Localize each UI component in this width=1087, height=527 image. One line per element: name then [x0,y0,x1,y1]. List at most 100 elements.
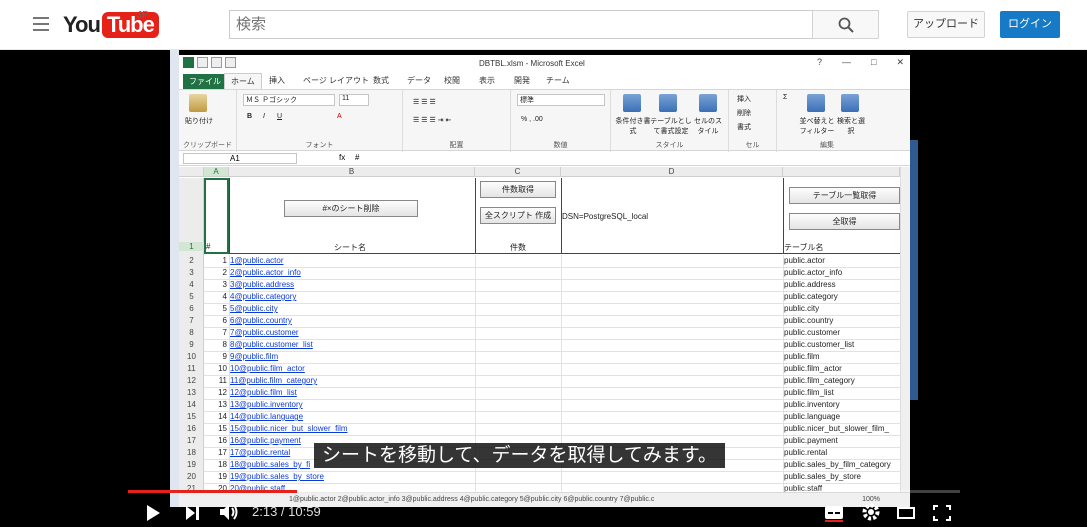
table-row[interactable]: 1 1@public.actor public.actor [204,255,910,267]
paste-button[interactable]: 貼り付け [185,116,213,126]
settings-gear-icon[interactable] [861,502,881,522]
table-row[interactable]: 7 7@public.customer public.customer [204,327,910,339]
menu-icon[interactable] [33,17,49,31]
search-button[interactable] [812,10,879,39]
table-row[interactable]: 3 3@public.address public.address [204,279,910,291]
font-name-select[interactable]: ＭＳ Ｐゴシック [243,94,335,106]
column-header-c[interactable]: C [475,167,561,177]
row-number[interactable]: 17 [179,436,204,445]
sheet-link[interactable]: 17@public.rental [230,447,290,459]
row-number[interactable]: 20 [179,472,204,481]
tab-developer[interactable]: 開発 [514,75,530,86]
select-all-corner[interactable] [179,167,204,177]
number-format-select[interactable]: 標準 [517,94,605,106]
table-format-button[interactable]: テーブルとして書式設定 [649,116,693,136]
table-row[interactable]: 2 2@public.actor_info public.actor_info [204,267,910,279]
row-number[interactable]: 5 [179,292,204,301]
sheet-link[interactable]: 16@public.payment [230,435,301,447]
sheet-link[interactable]: 11@public.film_category [230,375,317,387]
sheet-link[interactable]: 14@public.language [230,411,303,423]
youtube-logo[interactable]: You Tube JP [63,10,159,40]
theater-mode-icon[interactable] [896,503,916,523]
column-header-a[interactable]: A [204,167,229,177]
table-row[interactable]: 8 8@public.customer_list public.customer_l… [204,339,910,351]
tab-review[interactable]: 校閲 [444,75,460,86]
sheet-link[interactable]: 4@public.category [230,291,296,303]
sheet-link[interactable]: 1@public.actor [230,255,283,267]
conditional-format-button[interactable]: 条件付き書式 [615,116,651,136]
tab-page-layout[interactable]: ページ レイアウト [303,75,369,86]
sheet-link[interactable]: 9@public.film [230,351,278,363]
tab-data[interactable]: データ [407,75,431,86]
undo-icon[interactable] [211,57,222,68]
login-button[interactable]: ログイン [1000,11,1060,38]
row-number[interactable]: 14 [179,400,204,409]
minimize-icon[interactable]: — [842,57,851,68]
vertical-scrollbar[interactable] [900,167,910,492]
table-row[interactable]: 13 13@public.inventory public.inventory [204,399,910,411]
row-number[interactable]: 18 [179,448,204,457]
table-row[interactable]: 10 10@public.film_actor public.film_actor [204,363,910,375]
name-box[interactable]: A1 [183,153,297,164]
column-header-b[interactable]: B [229,167,475,177]
align-icon[interactable]: ☰ ☰ ☰ [413,98,436,106]
sheet-link[interactable]: 19@public.sales_by_store [230,471,324,483]
find-select-button[interactable]: 検索と選択 [835,116,867,136]
create-all-scripts-button[interactable]: 全スクリプト 作成 [480,207,556,224]
maximize-icon[interactable]: □ [871,57,876,68]
row-number[interactable]: 1 [179,242,204,251]
sheet-tab-list[interactable]: 1@public.actor 2@public.actor_info 3@pub… [289,496,654,503]
sheet-link[interactable]: 18@public.sales_by_fi [230,459,310,471]
redo-icon[interactable] [225,57,236,68]
close-icon[interactable]: ✕ [896,57,904,68]
format-cells-button[interactable]: 書式 [737,122,751,132]
play-icon[interactable] [145,503,161,523]
row-number[interactable]: 11 [179,364,204,373]
sheet-link[interactable]: 8@public.customer_list [230,339,313,351]
volume-icon[interactable] [219,502,241,522]
formula-input[interactable]: # [355,153,359,162]
row-number[interactable]: 7 [179,316,204,325]
video-player[interactable]: DBTBL.xlsm - Microsoft Excel ? — □ ✕ ファイ… [0,50,1087,527]
paste-icon[interactable] [189,94,207,112]
column-header-e[interactable] [783,167,900,177]
upload-button[interactable]: アップロード [907,11,985,38]
table-row[interactable]: 15 15@public.nicer_but_slower_film public.… [204,423,910,435]
sheet-link[interactable]: 15@public.nicer_but_slower_film [230,423,348,435]
row-number[interactable]: 16 [179,424,204,433]
sheet-link[interactable]: 13@public.inventory [230,399,303,411]
row-number[interactable]: 19 [179,460,204,469]
row-number[interactable]: 3 [179,268,204,277]
sheet-link[interactable]: 10@public.film_actor [230,363,305,375]
sheet-link[interactable]: 3@public.address [230,279,294,291]
conditional-format-icon[interactable] [623,94,641,112]
table-row[interactable]: 19 19@public.sales_by_store public.sales_b… [204,471,910,483]
italic-icon[interactable]: I [263,113,265,120]
subtitles-icon[interactable] [824,503,844,523]
table-format-icon[interactable] [659,94,677,112]
tab-file[interactable]: ファイル [183,74,227,89]
sum-icon[interactable]: Σ [783,94,787,101]
row-number[interactable]: 13 [179,388,204,397]
sheet-link[interactable]: 2@public.actor_info [230,267,301,279]
row-number[interactable]: 8 [179,328,204,337]
tab-formulas[interactable]: 数式 [373,75,389,86]
column-header-d[interactable]: D [561,167,783,177]
tab-home[interactable]: ホーム [224,73,262,89]
row-number[interactable]: 15 [179,412,204,421]
row-number[interactable]: 2 [179,256,204,265]
save-icon[interactable] [197,57,208,68]
table-row[interactable]: 9 9@public.film public.film [204,351,910,363]
underline-icon[interactable]: U [277,113,282,120]
sort-filter-icon[interactable] [807,94,825,112]
table-row[interactable]: 4 4@public.category public.category [204,291,910,303]
tab-view[interactable]: 表示 [479,75,495,86]
table-row[interactable]: 11 11@public.film_category public.film_cat… [204,375,910,387]
get-all-button[interactable]: 全取得 [789,213,900,230]
row-number[interactable]: 6 [179,304,204,313]
font-color-icon[interactable]: A [337,113,342,120]
sheet-link[interactable]: 7@public.customer [230,327,299,339]
get-table-list-button[interactable]: テーブル一覧取得 [789,187,900,204]
sort-filter-button[interactable]: 並べ替えとフィルター [799,116,835,136]
sheet-link[interactable]: 6@public.country [230,315,292,327]
